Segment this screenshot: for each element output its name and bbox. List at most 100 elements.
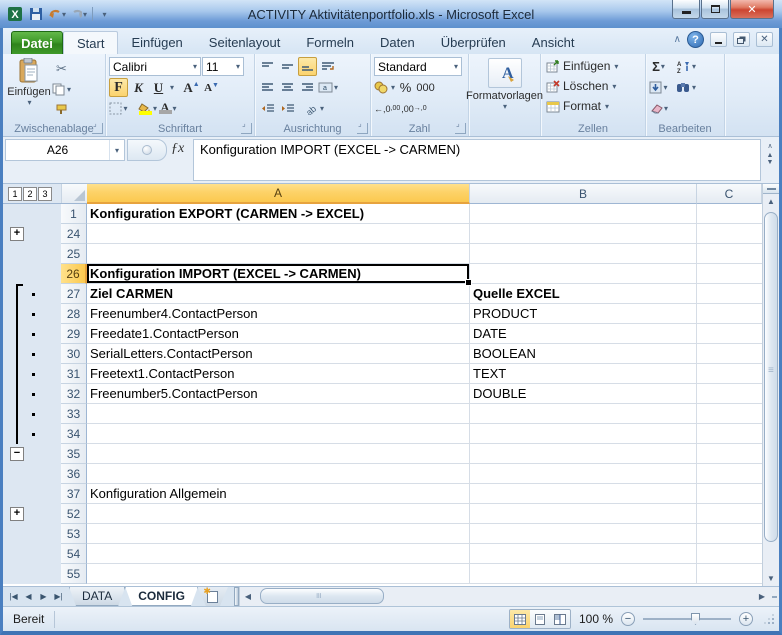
column-header-a[interactable]: A — [87, 184, 470, 204]
tab-berprfen[interactable]: Überprüfen — [428, 31, 519, 54]
tab-einfgen[interactable]: Einfügen — [118, 31, 195, 54]
increase-decimal-icon[interactable]: ←,0,00 — [374, 99, 400, 118]
cell-B55[interactable] — [470, 564, 697, 584]
first-sheet-icon[interactable]: |◀ — [7, 592, 20, 601]
insert-function-icon[interactable]: ƒx — [171, 141, 184, 157]
align-top-icon[interactable] — [258, 57, 277, 76]
merge-center-icon[interactable]: a▾ — [318, 78, 338, 97]
cell-C25[interactable] — [697, 244, 762, 264]
row-header-33[interactable]: 33 — [61, 404, 87, 424]
cell-B28[interactable]: PRODUCT — [470, 304, 697, 324]
format-cells-button[interactable]: Format▾ — [544, 96, 642, 116]
cell-C1[interactable] — [697, 204, 762, 224]
cell-B25[interactable] — [470, 244, 697, 264]
format-painter-icon[interactable] — [52, 101, 71, 120]
outline-level-1[interactable]: 1 — [8, 187, 22, 201]
workbook-minimize-button[interactable] — [710, 32, 727, 47]
increase-indent-icon[interactable] — [278, 99, 297, 118]
column-header-c[interactable]: C — [697, 184, 762, 204]
resize-grip[interactable] — [763, 613, 775, 625]
scroll-right-icon[interactable]: ▶ — [754, 592, 770, 601]
vertical-scroll-thumb[interactable] — [764, 212, 778, 542]
page-break-view-button[interactable] — [550, 610, 570, 628]
row-header-31[interactable]: 31 — [61, 364, 87, 384]
cell-A34[interactable] — [87, 424, 470, 444]
workbook-restore-button[interactable] — [733, 32, 750, 47]
cell-C52[interactable] — [697, 504, 762, 524]
copy-icon[interactable]: ▾ — [52, 80, 71, 99]
cell-C29[interactable] — [697, 324, 762, 344]
sheet-tab-config[interactable]: CONFIG — [125, 587, 198, 606]
cell-B27[interactable]: Quelle EXCEL — [470, 284, 697, 304]
cell-A27[interactable]: Ziel CARMEN — [87, 284, 470, 304]
cell-A31[interactable]: Freetext1.ContactPerson — [87, 364, 470, 384]
number-dialog-launcher-icon[interactable] — [455, 123, 466, 134]
cell-A28[interactable]: Freenumber4.ContactPerson — [87, 304, 470, 324]
cell-B1[interactable] — [470, 204, 697, 224]
cell-B33[interactable] — [470, 404, 697, 424]
cell-C27[interactable] — [697, 284, 762, 304]
page-layout-view-button[interactable] — [530, 610, 550, 628]
clipboard-dialog-launcher-icon[interactable] — [92, 123, 103, 134]
help-icon[interactable]: ? — [687, 31, 704, 48]
row-header-32[interactable]: 32 — [61, 384, 87, 404]
tab-start[interactable]: Start — [63, 31, 118, 54]
formula-input[interactable]: Konfiguration IMPORT (EXCEL -> CARMEN) — [193, 139, 761, 181]
sort-filter-icon[interactable]: AZ▾ — [676, 57, 696, 76]
scroll-down-icon[interactable]: ▼ — [763, 571, 779, 586]
row-header-28[interactable]: 28 — [61, 304, 87, 324]
tab-seitenlayout[interactable]: Seitenlayout — [196, 31, 294, 54]
cell-A53[interactable] — [87, 524, 470, 544]
outline-expand-button[interactable]: + — [10, 507, 24, 521]
font-dialog-launcher-icon[interactable] — [241, 123, 252, 134]
cell-C33[interactable] — [697, 404, 762, 424]
row-header-35[interactable]: 35 — [61, 444, 87, 464]
cell-B54[interactable] — [470, 544, 697, 564]
zoom-slider-thumb[interactable] — [691, 613, 700, 625]
scroll-left-icon[interactable]: ◀ — [240, 592, 256, 601]
clear-icon[interactable]: ▾ — [649, 99, 668, 118]
cell-B52[interactable] — [470, 504, 697, 524]
tab-formeln[interactable]: Formeln — [293, 31, 367, 54]
decrease-font-icon[interactable]: A▼ — [202, 78, 221, 97]
cell-C30[interactable] — [697, 344, 762, 364]
tab-datei[interactable]: Datei — [11, 31, 63, 54]
align-center-icon[interactable] — [278, 78, 297, 97]
minimize-ribbon-icon[interactable]: ∧ — [674, 34, 681, 45]
maximize-button[interactable] — [701, 0, 729, 19]
cell-C54[interactable] — [697, 544, 762, 564]
cell-C53[interactable] — [697, 524, 762, 544]
row-header-52[interactable]: 52 — [61, 504, 87, 524]
underline-dropdown-icon[interactable]: ▾ — [170, 83, 174, 92]
cell-C36[interactable] — [697, 464, 762, 484]
insert-cells-button[interactable]: Einfügen▾ — [544, 56, 642, 76]
cell-C35[interactable] — [697, 444, 762, 464]
wrap-text-icon[interactable] — [318, 57, 337, 76]
select-all-button[interactable] — [61, 184, 87, 203]
row-header-1[interactable]: 1 — [61, 204, 87, 224]
cell-B53[interactable] — [470, 524, 697, 544]
zoom-slider[interactable] — [643, 618, 731, 620]
number-format-combo[interactable]: Standard▾ — [374, 57, 462, 76]
font-name-combo[interactable]: Calibri▾ — [109, 57, 201, 76]
row-header-53[interactable]: 53 — [61, 524, 87, 544]
row-header-37[interactable]: 37 — [61, 484, 87, 504]
comma-style-button[interactable]: 000 — [416, 78, 435, 97]
row-header-30[interactable]: 30 — [61, 344, 87, 364]
cell-C31[interactable] — [697, 364, 762, 384]
name-box[interactable]: A26 ▾ — [5, 139, 125, 161]
increase-font-icon[interactable]: A▲ — [182, 78, 201, 97]
cell-C24[interactable] — [697, 224, 762, 244]
tab-daten[interactable]: Daten — [367, 31, 428, 54]
outline-level-2[interactable]: 2 — [23, 187, 37, 201]
cell-C55[interactable] — [697, 564, 762, 584]
paste-button[interactable]: Einfügen ▾ — [6, 56, 52, 120]
underline-button[interactable]: U — [149, 78, 168, 97]
cell-A36[interactable] — [87, 464, 470, 484]
align-right-icon[interactable] — [298, 78, 317, 97]
cell-A55[interactable] — [87, 564, 470, 584]
cell-styles-button[interactable]: A Formatvorlagen ▾ — [472, 56, 537, 120]
row-header-25[interactable]: 25 — [61, 244, 87, 264]
vertical-scrollbar[interactable]: ▲ ▼ — [762, 184, 779, 586]
cell-A54[interactable] — [87, 544, 470, 564]
